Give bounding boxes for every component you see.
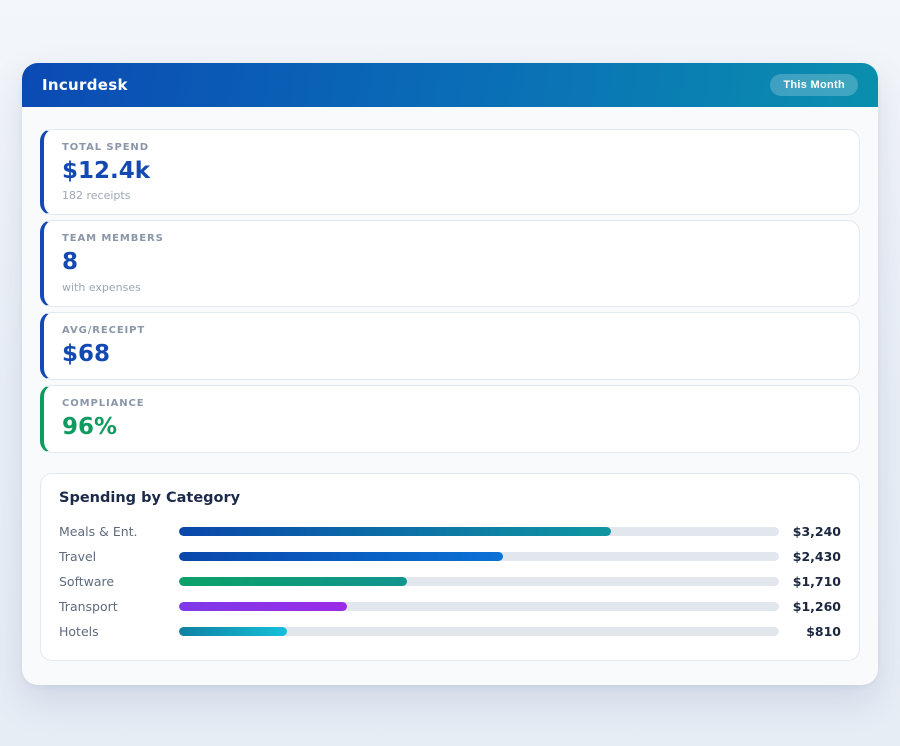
bar-row-software: Software $1,710 bbox=[59, 569, 841, 594]
bar-row-hotels: Hotels $810 bbox=[59, 619, 841, 644]
stat-card-team-members: TEAM MEMBERS 8 with expenses bbox=[40, 220, 860, 306]
period-badge[interactable]: This Month bbox=[770, 74, 858, 96]
category-label: Software bbox=[59, 574, 179, 589]
bar-fill bbox=[179, 552, 503, 561]
stat-label: AVG/RECEIPT bbox=[62, 325, 841, 336]
incurdesk-dashboard: Incurdesk This Month TOTAL SPEND $12.4k 18… bbox=[22, 63, 878, 685]
stat-label: TEAM MEMBERS bbox=[62, 233, 841, 244]
bar-track bbox=[179, 527, 779, 536]
bar-track bbox=[179, 577, 779, 586]
bar-row-travel: Travel $2,430 bbox=[59, 544, 841, 569]
category-value: $2,430 bbox=[779, 549, 841, 564]
stat-card-total-spend: TOTAL SPEND $12.4k 182 receipts bbox=[40, 129, 860, 215]
chart-title: Spending by Category bbox=[59, 490, 841, 506]
dashboard-content: TOTAL SPEND $12.4k 182 receipts TEAM MEMBER… bbox=[22, 107, 878, 661]
category-label: Transport bbox=[59, 599, 179, 614]
stat-value: $68 bbox=[62, 342, 841, 367]
category-label: Hotels bbox=[59, 624, 179, 639]
bar-fill bbox=[179, 527, 611, 536]
bar-row-meals-ent: Meals & Ent. $3,240 bbox=[59, 519, 841, 544]
stat-value: 96% bbox=[62, 415, 841, 440]
category-label: Meals & Ent. bbox=[59, 524, 179, 539]
bar-fill bbox=[179, 602, 347, 611]
app-header: Incurdesk This Month bbox=[22, 63, 878, 107]
stat-label: COMPLIANCE bbox=[62, 398, 841, 409]
stat-label: TOTAL SPEND bbox=[62, 142, 841, 153]
app-title: Incurdesk bbox=[42, 76, 128, 94]
category-value: $810 bbox=[779, 624, 841, 639]
bar-fill bbox=[179, 627, 287, 636]
category-label: Travel bbox=[59, 549, 179, 564]
stats-list: TOTAL SPEND $12.4k 182 receipts TEAM MEMBER… bbox=[40, 129, 860, 453]
stat-sublabel: with expenses bbox=[62, 281, 841, 294]
category-value: $1,710 bbox=[779, 574, 841, 589]
stat-value: 8 bbox=[62, 250, 841, 275]
stat-sublabel: 182 receipts bbox=[62, 189, 841, 202]
stat-value: $12.4k bbox=[62, 159, 841, 184]
stat-card-avg-receipt: AVG/RECEIPT $68 bbox=[40, 312, 860, 380]
chart-rows: Meals & Ent. $3,240 Travel $2,430 Software $1… bbox=[59, 519, 841, 644]
spending-chart-card: Spending by Category Meals & Ent. $3,240 T… bbox=[40, 473, 860, 661]
bar-track bbox=[179, 627, 779, 636]
category-value: $1,260 bbox=[779, 599, 841, 614]
bar-fill bbox=[179, 577, 407, 586]
bar-track bbox=[179, 552, 779, 561]
category-value: $3,240 bbox=[779, 524, 841, 539]
bar-track bbox=[179, 602, 779, 611]
bar-row-transport: Transport $1,260 bbox=[59, 594, 841, 619]
stat-card-compliance: COMPLIANCE 96% bbox=[40, 385, 860, 453]
